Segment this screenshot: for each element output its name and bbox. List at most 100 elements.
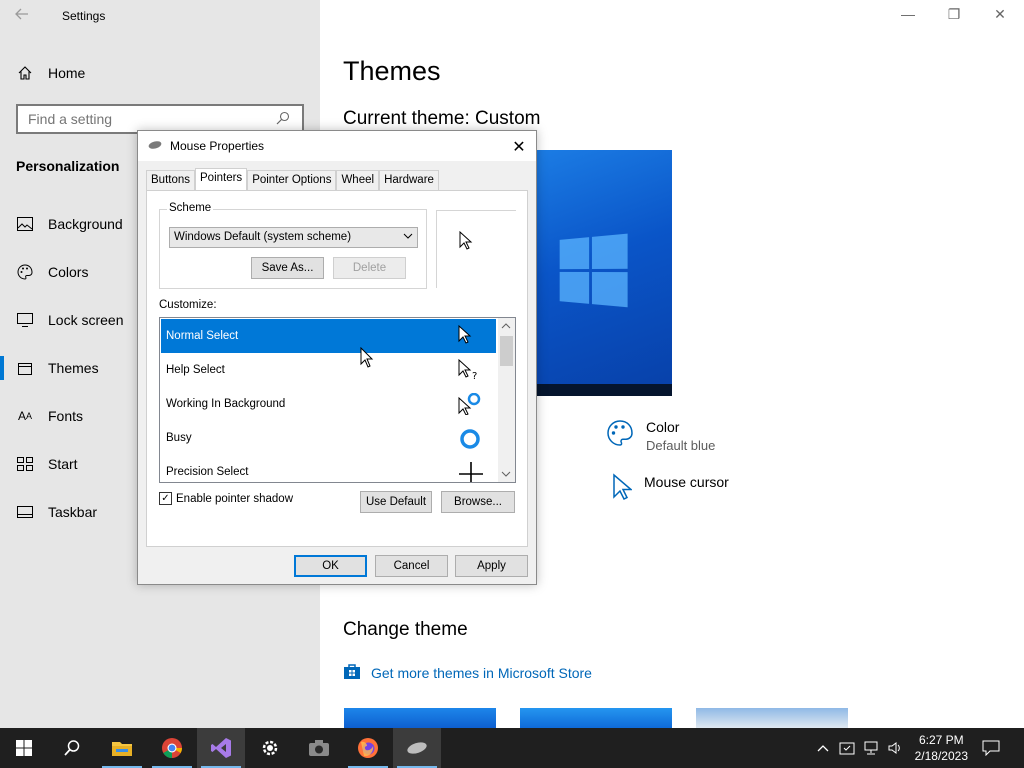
scheme-group: Scheme Windows Default (system scheme) S… <box>159 202 427 289</box>
app-title: Settings <box>62 9 106 23</box>
minimize-button[interactable]: — <box>898 6 918 26</box>
dialog-tabs: Buttons Pointers Pointer Options Wheel H… <box>146 168 439 192</box>
cursor-row-working-in-background[interactable]: Working In Background <box>161 387 496 421</box>
firefox-icon[interactable] <box>344 728 392 768</box>
windows-start-icon[interactable] <box>0 728 48 768</box>
brush-icon <box>16 359 34 377</box>
scheme-value: Windows Default (system scheme) <box>174 231 352 243</box>
color-setting[interactable]: Color Default blue <box>606 419 715 453</box>
sidebar-item-label: Start <box>48 456 78 472</box>
taskbar-icon <box>16 503 34 521</box>
file-explorer-icon[interactable] <box>98 728 146 768</box>
cursor-row-precision-select[interactable]: Precision Select <box>161 455 496 482</box>
notification-icon[interactable] <box>980 728 1002 768</box>
svg-text:?: ? <box>472 371 477 381</box>
scroll-down-icon[interactable] <box>501 469 511 479</box>
cursor-list[interactable]: Normal Select Help Select ? Working In B… <box>159 317 516 483</box>
scrollbar-thumb[interactable] <box>500 336 513 366</box>
section-title: Personalization <box>16 158 120 174</box>
tab-wheel[interactable]: Wheel <box>336 170 380 191</box>
store-bag-icon <box>343 662 361 683</box>
browse-button[interactable]: Browse... <box>441 491 515 513</box>
save-as-button[interactable]: Save As... <box>251 257 324 279</box>
chevron-up-icon[interactable] <box>812 728 834 768</box>
delete-button[interactable]: Delete <box>333 257 406 279</box>
color-label: Color <box>646 419 680 435</box>
maximize-button[interactable]: ❐ <box>944 6 964 26</box>
list-scrollbar[interactable] <box>498 318 515 482</box>
palette-icon <box>606 419 634 453</box>
ok-button[interactable]: OK <box>294 555 367 577</box>
checkbox-checked-icon[interactable]: ✓ <box>159 492 172 505</box>
tab-buttons[interactable]: Buttons <box>146 170 195 191</box>
mouse-properties-dialog: Mouse Properties ✕ Buttons Pointers Poin… <box>137 130 537 585</box>
theme-thumbnail[interactable] <box>344 708 496 728</box>
enable-shadow-checkbox[interactable]: ✓ Enable pointer shadow <box>159 492 293 505</box>
theme-thumbnail[interactable] <box>696 708 848 728</box>
cursor-row-label: Normal Select <box>166 330 239 342</box>
store-link[interactable]: Get more themes in Microsoft Store <box>343 662 592 683</box>
cancel-button[interactable]: Cancel <box>375 555 448 577</box>
sidebar-item-label: Fonts <box>48 408 84 424</box>
image-icon <box>16 215 34 233</box>
working-cursor-icon <box>458 392 482 417</box>
tab-pointer-options[interactable]: Pointer Options <box>247 170 337 191</box>
search-icon[interactable] <box>276 111 292 127</box>
start-icon <box>16 455 34 473</box>
dialog-title: Mouse Properties <box>170 139 265 153</box>
cursor-row-label: Help Select <box>166 364 225 376</box>
cursor-row-label: Busy <box>166 432 192 444</box>
cursor-row-normal-select[interactable]: Normal Select <box>161 319 496 353</box>
scheme-select[interactable]: Windows Default (system scheme) <box>169 227 418 248</box>
security-icon[interactable] <box>836 728 858 768</box>
back-arrow-icon[interactable] <box>14 6 34 26</box>
sidebar-item-label: Background <box>48 216 123 232</box>
monitor-icon <box>16 311 34 329</box>
visual-studio-icon[interactable] <box>197 728 245 768</box>
current-theme-label: Current theme: Custom <box>343 108 541 129</box>
tab-hardware[interactable]: Hardware <box>379 170 439 191</box>
close-window-button[interactable]: ✕ <box>990 6 1010 26</box>
cursor-row-help-select[interactable]: Help Select ? <box>161 353 496 387</box>
sidebar-item-label: Lock screen <box>48 312 124 328</box>
cursor-row-label: Precision Select <box>166 466 249 478</box>
dialog-titlebar: Mouse Properties ✕ <box>138 131 536 161</box>
windows-logo-icon <box>559 233 629 309</box>
cursor-row-label: Working In Background <box>166 398 286 410</box>
clock-date: 2/18/2023 <box>914 749 968 763</box>
scroll-up-icon[interactable] <box>501 321 511 331</box>
home-nav[interactable]: Home <box>16 64 85 82</box>
theme-thumbnail[interactable] <box>520 708 672 728</box>
palette-icon <box>16 263 34 281</box>
enable-shadow-label: Enable pointer shadow <box>176 492 293 505</box>
settings-gear-icon[interactable] <box>246 728 294 768</box>
busy-cursor-icon <box>458 427 482 451</box>
use-default-button[interactable]: Use Default <box>360 491 432 513</box>
chevron-down-icon <box>403 231 413 242</box>
mouse-cursor-setting[interactable]: Mouse cursor <box>610 473 729 506</box>
network-icon[interactable] <box>860 728 882 768</box>
arrow-cursor-icon <box>459 230 473 256</box>
sidebar-item-label: Taskbar <box>48 504 98 520</box>
dialog-close-button[interactable]: ✕ <box>510 137 528 157</box>
search-icon[interactable] <box>48 728 96 768</box>
taskbar: 6:27 PM 2/18/2023 <box>0 728 1024 768</box>
clock[interactable]: 6:27 PM 2/18/2023 <box>915 732 968 764</box>
cursor-icon <box>610 473 634 506</box>
tab-pointers[interactable]: Pointers <box>195 168 248 192</box>
arrow-cursor-icon <box>458 324 482 349</box>
crosshair-cursor-icon <box>458 461 483 482</box>
volume-icon[interactable] <box>884 728 906 768</box>
apply-button[interactable]: Apply <box>455 555 528 577</box>
search-input[interactable] <box>28 111 276 127</box>
home-icon <box>16 64 34 82</box>
cursor-row-busy[interactable]: Busy <box>161 421 496 455</box>
mouse-cursor-label: Mouse cursor <box>644 474 729 490</box>
change-theme-heading: Change theme <box>343 619 468 640</box>
sidebar-item-label: Themes <box>48 360 99 376</box>
mouse-app-icon[interactable] <box>393 728 441 768</box>
customize-label: Customize: <box>159 299 217 311</box>
pointers-panel: Scheme Windows Default (system scheme) S… <box>146 190 528 547</box>
chrome-icon[interactable] <box>148 728 196 768</box>
camera-icon[interactable] <box>295 728 343 768</box>
